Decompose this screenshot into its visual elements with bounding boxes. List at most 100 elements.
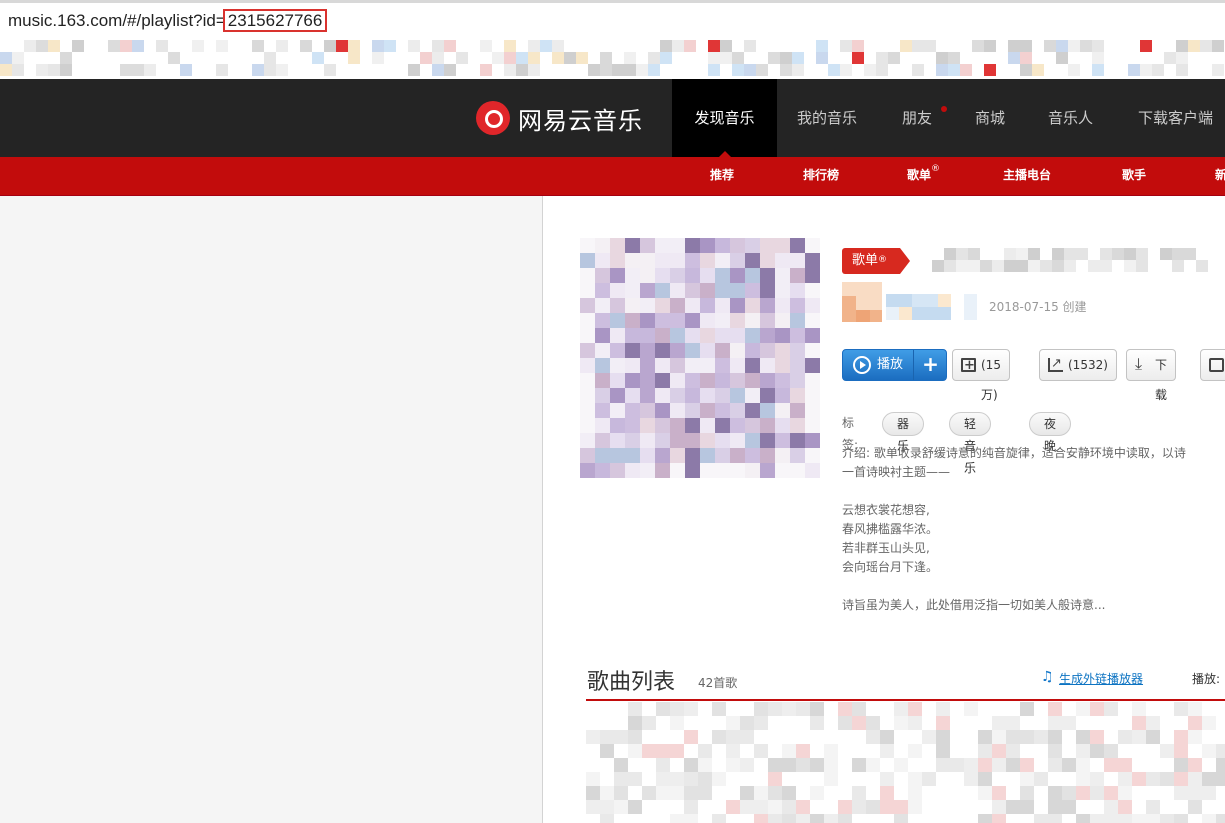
cover-pixel xyxy=(775,298,790,313)
tag-night[interactable]: 夜晚 xyxy=(1029,412,1072,453)
play-button[interactable]: 播放 + xyxy=(842,349,947,381)
mosaic-pixel xyxy=(950,758,964,772)
cover-pixel xyxy=(685,463,700,478)
mosaic-pixel xyxy=(1020,702,1034,716)
intro-line: 若非群玉山头见, xyxy=(842,541,930,555)
cover-pixel xyxy=(610,238,625,253)
nav-my-music[interactable]: 我的音乐 xyxy=(797,79,857,157)
friends-notification-dot xyxy=(941,106,947,112)
tag-instrumental[interactable]: 器乐 xyxy=(882,412,925,453)
cover-pixel xyxy=(775,388,790,403)
mosaic-pixel xyxy=(628,702,642,716)
generate-outlink-player-link[interactable]: ♫ 生成外链播放器 xyxy=(1041,669,1143,687)
cover-pixel xyxy=(670,433,685,448)
mosaic-pixel xyxy=(1146,730,1160,744)
mosaic-pixel xyxy=(754,702,768,716)
nav-musician[interactable]: 音乐人 xyxy=(1048,79,1093,157)
mosaic-pixel xyxy=(698,744,712,758)
subnav-playlists[interactable]: 歌单® xyxy=(907,157,940,195)
tag-light-music[interactable]: 轻音乐 xyxy=(949,412,992,475)
cover-pixel xyxy=(610,358,625,373)
mosaic-pixel xyxy=(1188,730,1202,744)
mosaic-pixel xyxy=(1076,772,1090,786)
cover-pixel xyxy=(610,433,625,448)
mosaic-pixel xyxy=(894,814,908,823)
cover-pixel xyxy=(580,313,595,328)
nav-store[interactable]: 商城 xyxy=(975,79,1005,157)
mosaic-pixel xyxy=(1202,786,1216,800)
cover-pixel xyxy=(805,328,820,343)
mosaic-pixel xyxy=(628,800,642,814)
cover-pixel xyxy=(595,388,610,403)
mosaic-pixel xyxy=(552,40,564,52)
left-sidebar-area xyxy=(0,196,543,823)
subnav-charts[interactable]: 排行榜 xyxy=(803,157,839,195)
cover-pixel xyxy=(625,298,640,313)
mosaic-pixel xyxy=(912,40,924,52)
mosaic-pixel xyxy=(564,52,576,64)
mosaic-pixel xyxy=(670,744,684,758)
mosaic-pixel xyxy=(656,772,670,786)
mosaic-pixel xyxy=(1146,800,1160,814)
subnav-recommend[interactable]: 推荐 xyxy=(710,157,734,195)
cover-pixel xyxy=(580,253,595,268)
mosaic-pixel xyxy=(516,52,528,64)
creator-name-censored[interactable] xyxy=(886,294,977,324)
mosaic-pixel xyxy=(908,786,922,800)
mosaic-pixel xyxy=(264,64,276,76)
mosaic-pixel xyxy=(24,40,36,52)
mosaic-pixel xyxy=(1080,40,1092,52)
creator-avatar[interactable] xyxy=(842,282,882,322)
mosaic-pixel xyxy=(656,758,670,772)
logo[interactable]: 网易云音乐 xyxy=(476,99,643,137)
comment-button[interactable] xyxy=(1200,349,1225,381)
mosaic-pixel xyxy=(866,758,880,772)
cover-pixel xyxy=(700,238,715,253)
mosaic-pixel xyxy=(938,294,951,307)
mosaic-pixel xyxy=(824,758,838,772)
favorite-button[interactable]: (15万) xyxy=(952,349,1010,402)
cover-pixel xyxy=(685,328,700,343)
download-button[interactable]: 下载 xyxy=(1126,349,1177,402)
add-to-queue-button[interactable]: + xyxy=(914,350,947,378)
cover-pixel xyxy=(805,358,820,373)
nav-friends[interactable]: 朋友 xyxy=(902,79,932,157)
url-text[interactable]: music.163.com/#/playlist?id= 2315627766 xyxy=(8,9,328,32)
mosaic-pixel xyxy=(922,730,936,744)
mosaic-pixel xyxy=(698,772,712,786)
mosaic-pixel xyxy=(1212,64,1224,76)
mosaic-pixel xyxy=(924,40,936,52)
mosaic-pixel xyxy=(1118,758,1132,772)
cover-pixel xyxy=(670,463,685,478)
playlist-badge: 歌单® xyxy=(842,248,910,274)
mosaic-pixel xyxy=(1020,64,1032,76)
cover-pixel xyxy=(760,313,775,328)
cover-pixel xyxy=(655,268,670,283)
cover-pixel xyxy=(745,238,760,253)
share-button[interactable]: (1532) xyxy=(1039,349,1117,381)
mosaic-pixel xyxy=(1076,814,1090,823)
mosaic-pixel xyxy=(992,814,1006,823)
cover-pixel xyxy=(790,328,805,343)
mosaic-pixel xyxy=(708,40,720,52)
mosaic-pixel xyxy=(180,64,192,76)
cover-pixel xyxy=(625,358,640,373)
subnav-artists[interactable]: 歌手 xyxy=(1122,157,1146,195)
subnav-radio[interactable]: 主播电台 xyxy=(1003,157,1051,195)
mosaic-pixel xyxy=(864,64,876,76)
playlist-intro: 介绍: 歌单收录舒缓诗意的纯音旋律，适合安静环境中读取，以诗 一首诗映衬主题——… xyxy=(842,444,1225,615)
cover-pixel xyxy=(610,373,625,388)
mosaic-pixel xyxy=(899,294,912,307)
cover-pixel xyxy=(580,418,595,433)
mosaic-pixel xyxy=(948,52,960,64)
nav-download-client[interactable]: 下载客户端 xyxy=(1138,79,1213,157)
mosaic-pixel xyxy=(1076,786,1090,800)
subnav-new[interactable]: 新 xyxy=(1215,157,1225,195)
mosaic-pixel xyxy=(1016,260,1028,272)
nav-discover-music[interactable]: 发现音乐 xyxy=(672,79,777,157)
address-bar[interactable]: music.163.com/#/playlist?id= 2315627766 xyxy=(0,0,1225,38)
intro-line xyxy=(842,577,1225,596)
mosaic-pixel xyxy=(708,64,720,76)
cover-pixel xyxy=(595,238,610,253)
mosaic-pixel xyxy=(754,716,768,730)
